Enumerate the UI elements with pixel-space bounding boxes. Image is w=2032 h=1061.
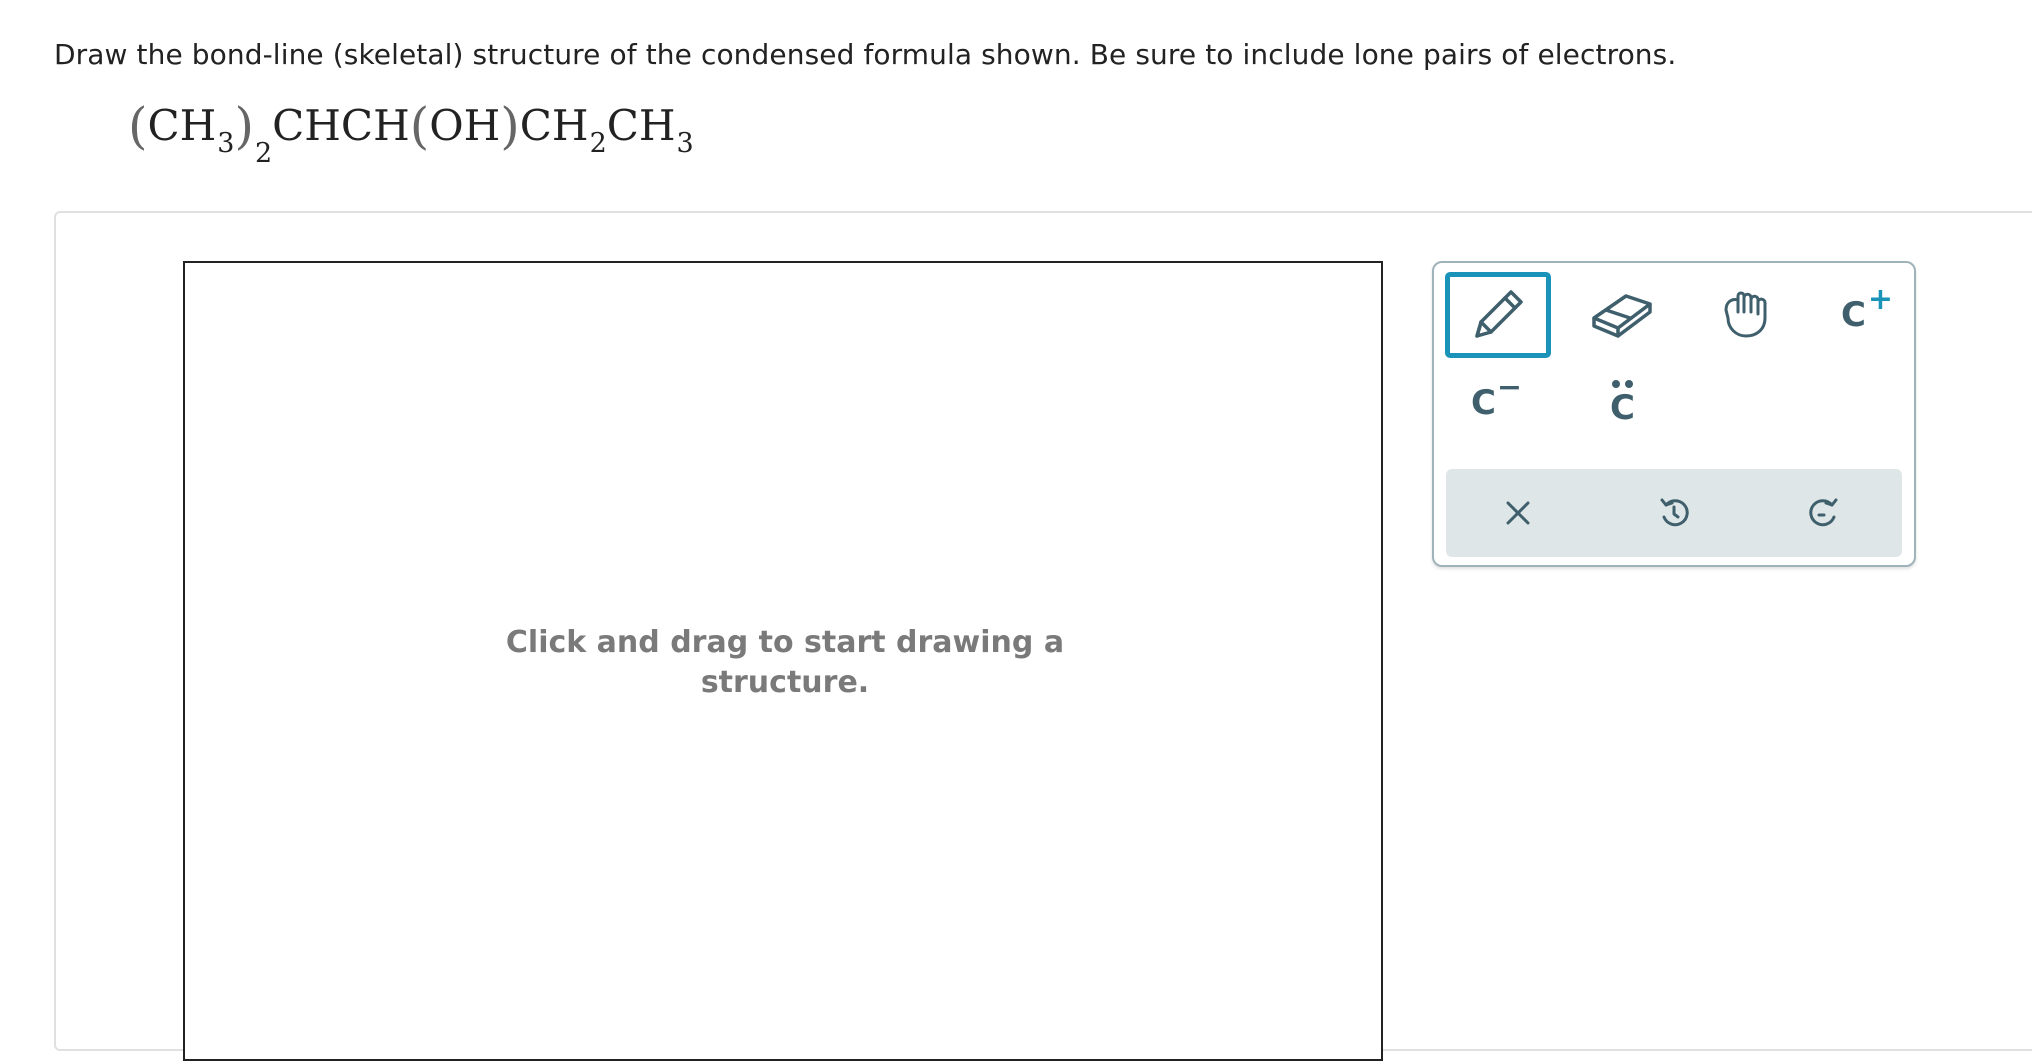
formula-paren-close: ) — [500, 97, 520, 155]
formula-part: CH — [147, 101, 217, 150]
formula-paren-close: ) — [234, 97, 254, 155]
undo-button[interactable] — [1624, 473, 1724, 553]
formula-part: CH — [519, 101, 589, 150]
eraser-icon — [1592, 294, 1652, 338]
lone-pair-dot — [1612, 380, 1620, 388]
clear-icon — [1506, 501, 1530, 525]
carbon-label: C — [1610, 388, 1635, 428]
formula-subscript: 2 — [589, 128, 607, 159]
pencil-icon — [1475, 290, 1523, 338]
clear-button[interactable] — [1468, 473, 1568, 553]
formula-subscript: 2 — [254, 138, 273, 169]
canvas-hint: Click and drag to start drawing a struct… — [185, 623, 1385, 703]
lone-pair-icon: C — [1602, 378, 1642, 428]
lone-pair-tool-button[interactable]: C — [1572, 363, 1672, 443]
formula-part: CH — [606, 101, 676, 150]
condensed-formula: (CH3)2CHCH(OH)CH2CH3 — [128, 98, 694, 167]
action-bar — [1446, 469, 1902, 557]
formula-paren-open: ( — [128, 97, 148, 155]
carbon-label: C — [1840, 295, 1866, 335]
drawing-toolbar: C + C − C — [1432, 261, 1916, 567]
canvas-hint-line: Click and drag to start drawing a — [505, 625, 1065, 660]
eraser-tool-button[interactable] — [1572, 275, 1672, 355]
formula-subscript: 3 — [217, 128, 235, 159]
formula-part: CHCH — [272, 101, 410, 150]
hand-icon — [1724, 291, 1767, 338]
carbanion-tool-button[interactable]: C − — [1446, 363, 1546, 443]
undo-icon — [1660, 498, 1689, 527]
pencil-tool-button[interactable] — [1445, 272, 1551, 358]
redo-icon — [1809, 498, 1838, 527]
formula-subscript: 3 — [676, 128, 694, 159]
redo-button[interactable] — [1774, 473, 1874, 553]
canvas-hint-line: structure. — [700, 665, 870, 700]
negative-charge: − — [1496, 369, 1523, 405]
hand-tool-button[interactable] — [1696, 275, 1796, 355]
formula-paren-open: ( — [409, 97, 430, 155]
drawing-canvas[interactable]: Click and drag to start drawing a struct… — [183, 261, 1383, 1061]
carbon-label: C — [1470, 383, 1496, 423]
question-text: Draw the bond-line (skeletal) structure … — [54, 38, 1677, 71]
formula-part: OH — [429, 101, 501, 150]
positive-charge: + — [1867, 281, 1894, 317]
carbocation-tool-button[interactable]: C + — [1816, 275, 1916, 355]
lone-pair-dot — [1625, 380, 1633, 388]
